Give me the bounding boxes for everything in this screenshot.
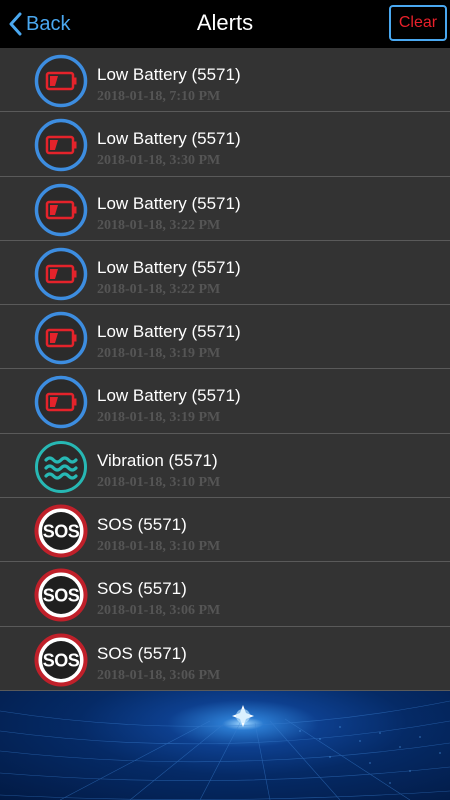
low-battery-icon bbox=[34, 375, 88, 429]
alert-row[interactable]: Low Battery (5571) 2018-01-18, 3:22 PM bbox=[0, 176, 450, 241]
page-title: Alerts bbox=[196, 10, 254, 35]
low-battery-icon bbox=[34, 54, 88, 108]
alert-row[interactable]: Low Battery (5571) 2018-01-18, 3:30 PM bbox=[0, 112, 450, 177]
alert-timestamp: 2018-01-18, 3:30 PM bbox=[97, 153, 221, 169]
low-battery-icon bbox=[34, 311, 88, 365]
alert-list: Low Battery (5571) 2018-01-18, 7:10 PM L… bbox=[0, 48, 450, 691]
footer-background bbox=[0, 691, 450, 800]
alert-row[interactable]: Low Battery (5571) 2018-01-18, 3:19 PM bbox=[0, 305, 450, 370]
sparkle-icon bbox=[232, 705, 254, 727]
alert-title: Low Battery (5571) bbox=[97, 129, 241, 149]
alert-row[interactable]: SOS SOS (5571) 2018-01-18, 3:10 PM bbox=[0, 498, 450, 563]
navigation-bar: Back Alerts Clear bbox=[0, 0, 450, 49]
sos-icon: SOS bbox=[34, 633, 88, 687]
clear-button[interactable]: Clear bbox=[389, 5, 447, 41]
low-battery-icon bbox=[34, 183, 88, 237]
low-battery-icon bbox=[34, 247, 88, 301]
alert-title: Low Battery (5571) bbox=[97, 386, 241, 406]
alert-title: SOS (5571) bbox=[97, 515, 187, 535]
alert-title: Low Battery (5571) bbox=[97, 322, 241, 342]
sos-icon: SOS bbox=[34, 568, 88, 622]
alert-timestamp: 2018-01-18, 3:22 PM bbox=[97, 281, 221, 297]
sos-badge-text: SOS bbox=[43, 586, 80, 606]
alert-timestamp: 2018-01-18, 3:10 PM bbox=[97, 539, 221, 555]
alert-title: SOS (5571) bbox=[97, 579, 187, 599]
sos-badge-text: SOS bbox=[43, 650, 80, 670]
alert-timestamp: 2018-01-18, 3:06 PM bbox=[97, 603, 221, 619]
alert-title: Low Battery (5571) bbox=[97, 193, 241, 213]
low-battery-icon bbox=[34, 118, 88, 172]
alert-row[interactable]: Vibration (5571) 2018-01-18, 3:10 PM bbox=[0, 433, 450, 499]
alert-title: Low Battery (5571) bbox=[97, 257, 241, 277]
alert-title: Vibration (5571) bbox=[97, 450, 218, 470]
alert-timestamp: 2018-01-18, 3:19 PM bbox=[97, 346, 221, 362]
alert-timestamp: 2018-01-18, 7:10 PM bbox=[97, 89, 221, 104]
sos-icon: SOS bbox=[34, 504, 88, 558]
alert-timestamp: 2018-01-18, 3:06 PM bbox=[97, 667, 221, 683]
alert-row[interactable]: Low Battery (5571) 2018-01-18, 7:10 PM bbox=[0, 48, 450, 113]
vibration-icon bbox=[34, 440, 88, 494]
alert-row[interactable]: SOS SOS (5571) 2018-01-18, 3:06 PM bbox=[0, 562, 450, 627]
alert-timestamp: 2018-01-18, 3:22 PM bbox=[97, 217, 221, 233]
alert-row[interactable]: Low Battery (5571) 2018-01-18, 3:22 PM bbox=[0, 240, 450, 306]
alert-row[interactable]: SOS SOS (5571) 2018-01-18, 3:06 PM bbox=[0, 626, 450, 691]
alert-timestamp: 2018-01-18, 3:19 PM bbox=[97, 410, 221, 426]
alert-title: Low Battery (5571) bbox=[97, 65, 241, 84]
alert-row[interactable]: Low Battery (5571) 2018-01-18, 3:19 PM bbox=[0, 369, 450, 434]
alert-timestamp: 2018-01-18, 3:10 PM bbox=[97, 474, 221, 490]
alert-title: SOS (5571) bbox=[97, 643, 187, 663]
background-grid-pattern bbox=[0, 700, 450, 800]
sos-badge-text: SOS bbox=[43, 522, 80, 542]
